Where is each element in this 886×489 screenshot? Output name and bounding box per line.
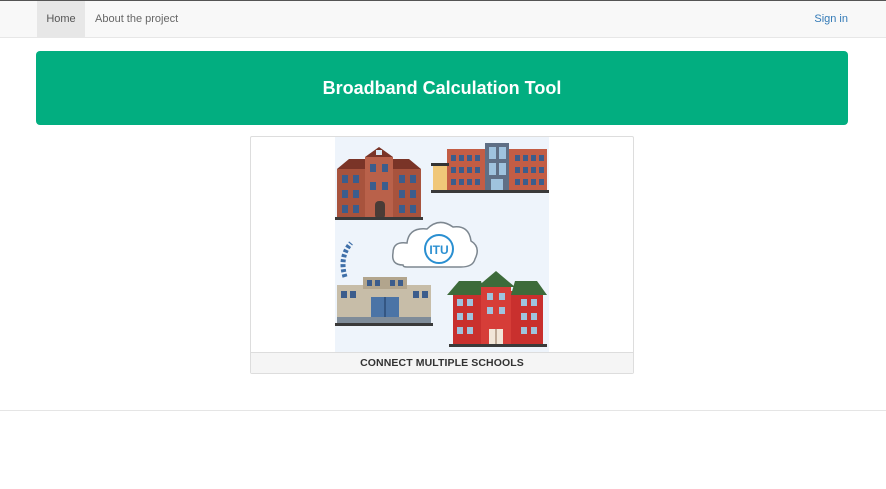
card-label: CONNECT MULTIPLE SCHOOLS — [251, 352, 633, 373]
page-banner: Broadband Calculation Tool — [36, 51, 848, 125]
school-building-icon — [431, 143, 549, 193]
nav-about-link[interactable]: About the project — [95, 1, 178, 37]
page-title: Broadband Calculation Tool — [322, 77, 562, 98]
nav-home-link[interactable]: Home — [37, 1, 85, 37]
footer-divider — [0, 410, 886, 411]
schools-illustration: ITU — [335, 137, 549, 353]
connect-multiple-schools-card[interactable]: ITU CONNECT MULTIPLE SCHOOLS — [250, 136, 634, 374]
school-building-icon — [447, 271, 547, 347]
top-navbar: Home About the project Sign in — [0, 0, 886, 38]
sign-in-link[interactable]: Sign in — [814, 1, 848, 37]
itu-logo-text: ITU — [429, 243, 448, 257]
